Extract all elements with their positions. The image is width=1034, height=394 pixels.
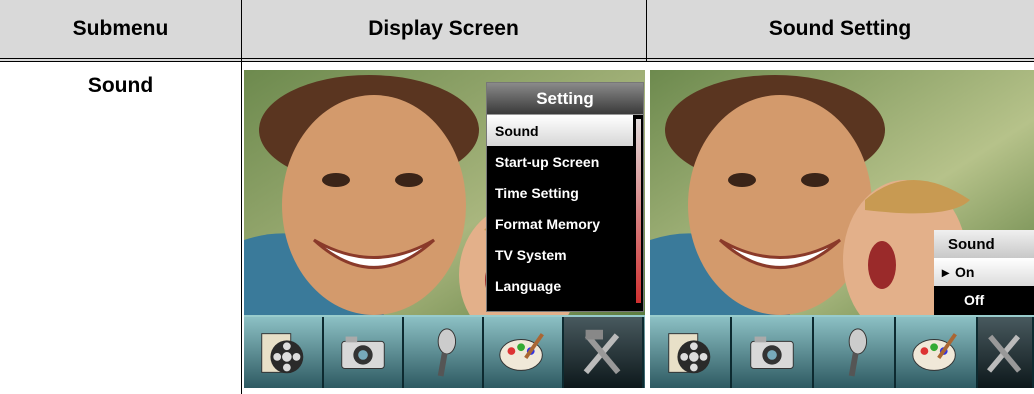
palette-icon[interactable] [484, 317, 564, 388]
mode-icon-bar [650, 315, 1034, 388]
scrollbar-thumb[interactable] [636, 119, 641, 303]
sound-option-on-label: On [955, 264, 975, 280]
camera-icon[interactable] [732, 317, 814, 388]
column-divider [646, 0, 647, 62]
film-reel-icon[interactable] [650, 317, 732, 388]
settings-menu-title: Setting [487, 83, 643, 115]
settings-menu: Setting Sound Start-up Screen Time Setti… [486, 82, 644, 312]
header-submenu: Submenu [72, 17, 169, 40]
table-header: Submenu Display Screen Sound Setting [0, 0, 1034, 62]
menu-item-sound[interactable]: Sound [487, 115, 633, 146]
menu-item-tv-system[interactable]: TV System [487, 239, 633, 270]
film-reel-icon[interactable] [244, 317, 324, 388]
display-screen: Setting Sound Start-up Screen Time Setti… [244, 70, 645, 388]
column-divider [241, 0, 242, 394]
selection-marker-icon: ▸ [942, 263, 950, 280]
menu-item-language[interactable]: Language [487, 270, 633, 301]
camera-icon[interactable] [324, 317, 404, 388]
sound-menu-title: Sound [934, 230, 1034, 258]
sound-option-on[interactable]: ▸ On [934, 258, 1034, 286]
menu-item-startup-screen[interactable]: Start-up Screen [487, 146, 633, 177]
tools-icon[interactable] [564, 317, 644, 388]
mode-icon-bar [244, 315, 645, 388]
menu-item-time-setting[interactable]: Time Setting [487, 177, 633, 208]
header-sound-setting: Sound Setting [768, 17, 912, 40]
sound-setting-screen: Sound ▸ On Off [650, 70, 1034, 388]
microphone-icon[interactable] [814, 317, 896, 388]
sound-option-off[interactable]: Off [934, 286, 1034, 314]
menu-item-format-memory[interactable]: Format Memory [487, 208, 633, 239]
sound-menu: Sound ▸ On Off [934, 230, 1034, 315]
sound-option-off-label: Off [964, 292, 985, 308]
palette-icon[interactable] [896, 317, 978, 388]
menu-scrollbar[interactable] [636, 119, 641, 303]
submenu-cell: Sound [87, 74, 154, 97]
microphone-icon[interactable] [404, 317, 484, 388]
header-display-screen: Display Screen [368, 17, 519, 40]
tools-icon[interactable] [978, 317, 1034, 388]
